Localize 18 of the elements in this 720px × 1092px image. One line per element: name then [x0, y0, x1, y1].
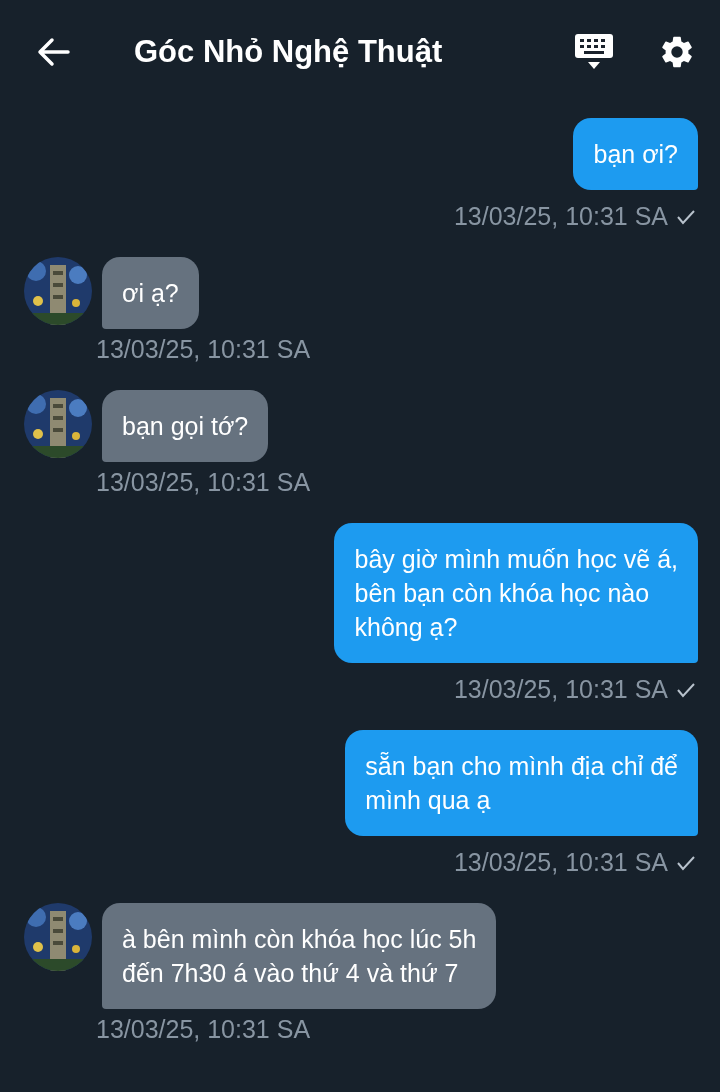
message-time: 13/03/25, 10:31 SA — [96, 335, 311, 364]
message-time: 13/03/25, 10:31 SA — [96, 468, 311, 497]
keyboard-icon[interactable] — [574, 33, 614, 71]
message-bubble: ơi ạ? — [102, 257, 199, 329]
chat-title: Góc Nhỏ Nghệ Thuật — [134, 34, 444, 70]
message-bubble: bạn ơi? — [573, 118, 698, 190]
message-bubble: bạn gọi tớ? — [102, 390, 269, 462]
back-icon[interactable] — [36, 37, 70, 67]
check-icon — [676, 854, 696, 871]
message-time: 13/03/25, 10:31 SA — [96, 1015, 311, 1044]
message-time: 13/03/25, 10:31 SA — [453, 675, 668, 704]
message-bubble: sẵn bạn cho mình địa chỉ để mình qua ạ — [345, 730, 698, 836]
check-icon — [676, 681, 696, 698]
check-icon — [676, 208, 696, 225]
message-time: 13/03/25, 10:31 SA — [453, 202, 668, 231]
message-bubble: bây giờ mình muốn học vẽ á, bên bạn còn khóa học nào không ạ? — [334, 523, 698, 663]
message-bubble: à bên mình còn khóa học lúc 5h đến 7h30 á vào thứ 4 và thứ 7 — [102, 903, 497, 1009]
message-time: 13/03/25, 10:31 SA — [453, 848, 668, 877]
